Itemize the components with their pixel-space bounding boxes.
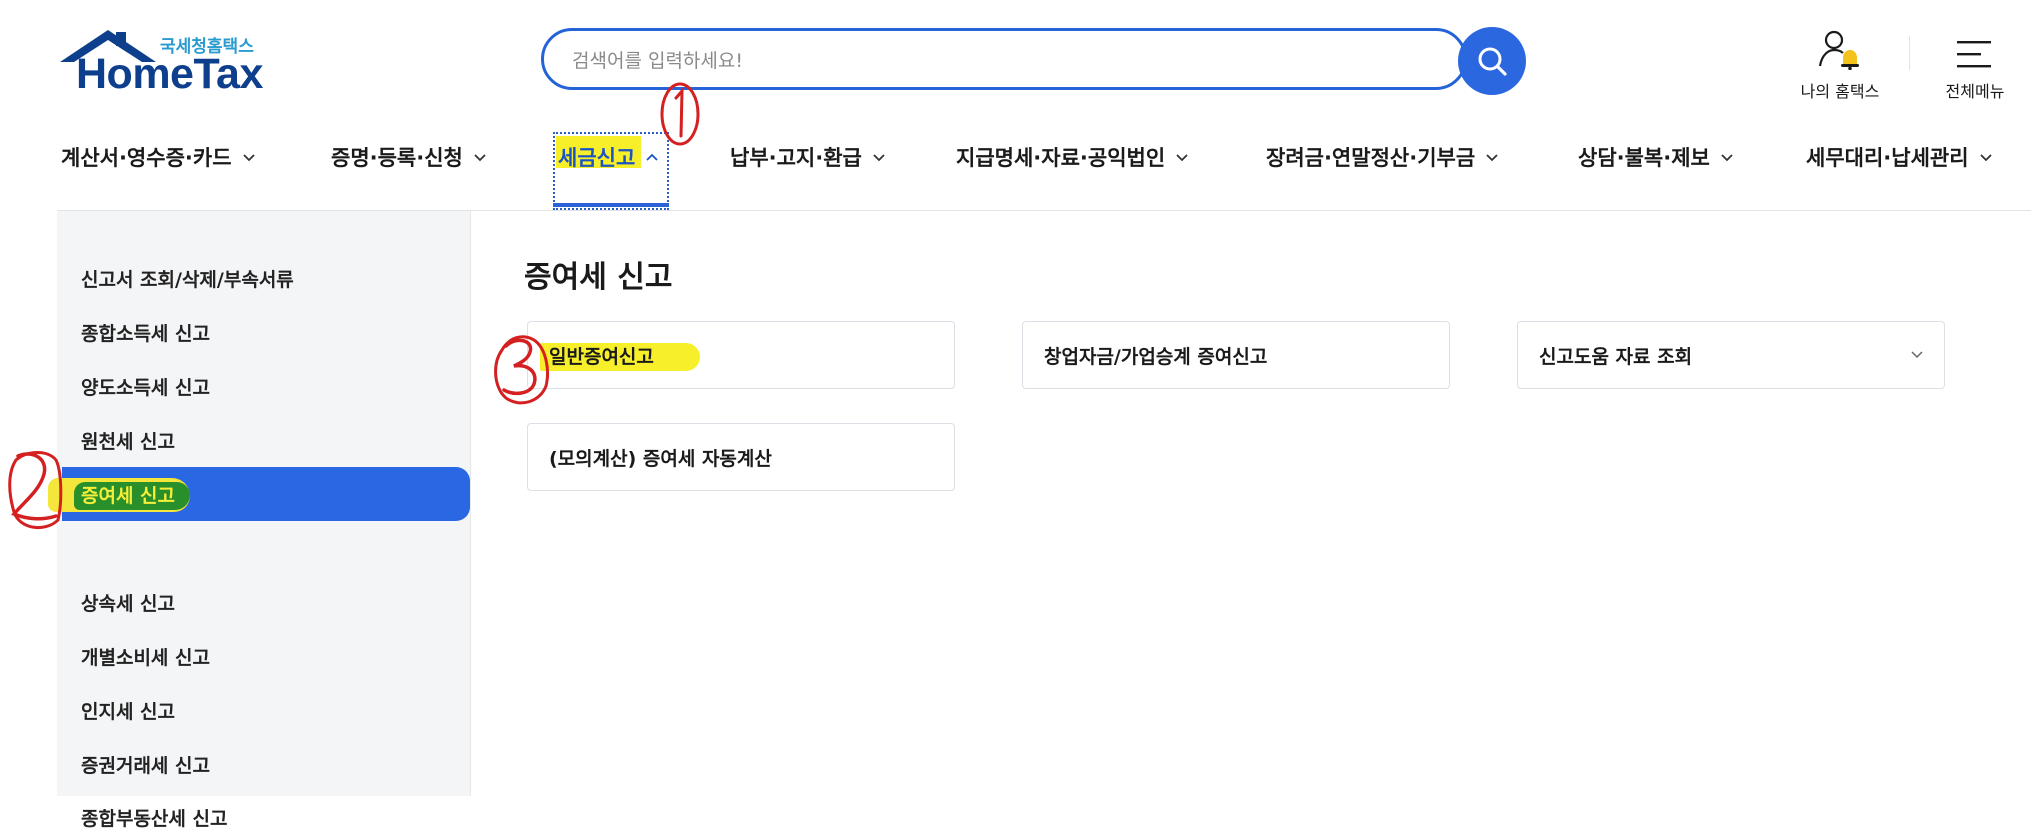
- active-tab-indicator: [553, 203, 669, 207]
- gnb-item-statements[interactable]: 지급명세·자료·공익법인: [956, 142, 1189, 172]
- gnb-item-label: 계산서·영수증·카드: [61, 146, 232, 170]
- card-label: 일반증여신고: [549, 346, 654, 368]
- my-hometax-label: 나의 홈택스: [1800, 82, 1880, 101]
- logo-text: HomeTax: [76, 50, 263, 98]
- user-bell-icon: [1818, 30, 1859, 70]
- gnb-item-label: 지급명세·자료·공익법인: [956, 146, 1166, 170]
- focus-outline: [553, 132, 669, 210]
- mock-calculation-card[interactable]: (모의계산) 증여세 자동계산: [527, 423, 955, 491]
- side-item-securities[interactable]: 증권거래세 신고: [81, 751, 210, 778]
- gnb-item-payment[interactable]: 납부·고지·환급: [730, 142, 886, 172]
- side-item-stamp[interactable]: 인지세 신고: [81, 697, 175, 724]
- search-button[interactable]: [1458, 27, 1526, 95]
- card-label: 신고도움 자료 조회: [1539, 346, 1693, 368]
- hamburger-menu-icon: [1957, 41, 1991, 68]
- chevron-down-icon: [1486, 154, 1498, 162]
- all-menu-button[interactable]: 전체메뉴: [1925, 28, 2025, 102]
- chevron-down-icon: [242, 154, 255, 162]
- chevron-down-icon: [873, 154, 885, 162]
- chevron-down-icon: [474, 154, 486, 162]
- side-item-property[interactable]: 종합부동산세 신고: [81, 804, 227, 831]
- chevron-down-icon: [1979, 154, 1992, 162]
- side-item-inheritance[interactable]: 상속세 신고: [81, 589, 175, 616]
- side-item-withholding[interactable]: 원천세 신고: [81, 427, 175, 454]
- side-item-income-tax[interactable]: 종합소득세 신고: [81, 319, 210, 346]
- chevron-down-icon: [1721, 154, 1733, 162]
- gnb-item-label: 증명·등록·신청: [331, 146, 463, 170]
- general-gift-filing-card[interactable]: 일반증여신고: [527, 321, 955, 389]
- chevron-down-icon: [1176, 154, 1188, 162]
- hometax-logo[interactable]: 국세청홈택스 HomeTax: [60, 28, 270, 98]
- startup-fund-gift-filing-card[interactable]: 창업자금/가업승계 증여신고: [1022, 321, 1450, 389]
- all-menu-label: 전체메뉴: [1945, 82, 2005, 101]
- gnb-item-invoice[interactable]: 계산서·영수증·카드: [61, 142, 256, 172]
- gnb-item-label: 세무대리·납세관리: [1806, 146, 1969, 170]
- gnb-item-tax-agent[interactable]: 세무대리·납세관리: [1806, 142, 1993, 172]
- filing-help-data-card[interactable]: 신고도움 자료 조회: [1517, 321, 1945, 389]
- card-label: 창업자금/가업승계 증여신고: [1044, 346, 1268, 368]
- gnb-item-consultation[interactable]: 상담·불복·제보: [1578, 142, 1734, 172]
- gnb-item-incentives[interactable]: 장려금·연말정산·기부금: [1266, 142, 1499, 172]
- search-box: [541, 28, 1467, 90]
- side-item-excise[interactable]: 개별소비세 신고: [81, 643, 210, 670]
- global-navigation: 계산서·영수증·카드 증명·등록·신청 세금신고 납부·고지·환급 지급명세·자…: [0, 132, 2031, 210]
- search-icon: [1478, 47, 1507, 76]
- card-label: (모의계산) 증여세 자동계산: [549, 448, 772, 470]
- chevron-down-icon: [1911, 351, 1923, 359]
- gnb-item-label: 납부·고지·환급: [730, 146, 862, 170]
- side-item-gift-tax-label: 증여세 신고: [81, 485, 176, 507]
- side-item-capital-gains[interactable]: 양도소득세 신고: [81, 373, 210, 400]
- gnb-item-certificate[interactable]: 증명·등록·신청: [331, 142, 487, 172]
- side-item-report-inquiry[interactable]: 신고서 조회/삭제/부속서류: [81, 265, 294, 292]
- page-title: 증여세 신고: [524, 260, 673, 295]
- gnb-item-label: 상담·불복·제보: [1578, 146, 1710, 170]
- utility-divider: [1909, 36, 1910, 70]
- search-input[interactable]: [570, 46, 1374, 76]
- gnb-item-label: 장려금·연말정산·기부금: [1266, 146, 1476, 170]
- my-hometax-button[interactable]: 나의 홈택스: [1790, 28, 1890, 102]
